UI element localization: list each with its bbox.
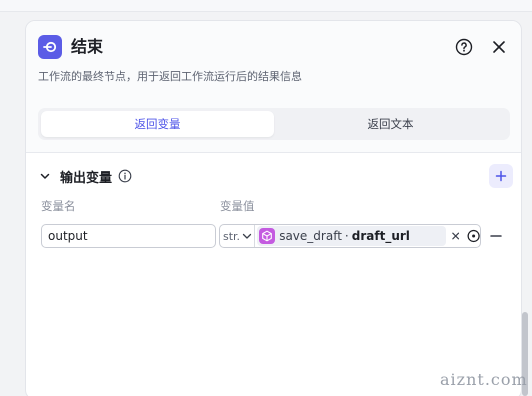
section-title: 输出变量 <box>60 170 113 186</box>
node-description: 工作流的最终节点，用于返回工作流运行后的结果信息 <box>38 70 302 83</box>
variable-value-field[interactable]: str. save_draft · draft_url <box>219 224 481 248</box>
info-icon[interactable] <box>118 169 132 183</box>
watermark: aiznt.com <box>440 370 528 389</box>
column-label-name: 变量名 <box>41 199 76 213</box>
reference-variable-name: draft_url <box>351 229 410 243</box>
remove-variable-button[interactable] <box>490 231 502 241</box>
clear-icon[interactable] <box>450 230 461 242</box>
plus-icon <box>495 170 507 182</box>
end-node-icon <box>38 35 62 59</box>
variable-reference-tag[interactable]: save_draft · draft_url <box>257 226 447 246</box>
output-mode-tabs: 返回变量 返回文本 <box>38 108 510 140</box>
type-select[interactable]: str. <box>220 225 256 247</box>
variable-name-input[interactable] <box>41 224 216 248</box>
end-node-panel: 结束 工作流的最终节点，用于返回工作流运行后的结果信息 返回变量 返回文本 输出… <box>25 20 522 396</box>
close-icon[interactable] <box>490 38 508 56</box>
tab-return-variables[interactable]: 返回变量 <box>41 111 274 137</box>
type-select-value: str. <box>223 229 239 243</box>
output-section-header[interactable]: 输出变量 <box>38 165 132 187</box>
node-cube-icon <box>259 228 276 244</box>
add-variable-button[interactable] <box>489 164 513 188</box>
help-icon[interactable] <box>455 38 473 56</box>
minus-icon <box>490 235 502 237</box>
panel-header: 结束 工作流的最终节点，用于返回工作流运行后的结果信息 返回变量 返回文本 <box>26 21 521 153</box>
top-bar-background <box>0 0 532 12</box>
chevron-down-icon <box>242 233 252 239</box>
node-title: 结束 <box>71 37 104 56</box>
tab-return-text[interactable]: 返回文本 <box>274 111 507 137</box>
chevron-down-icon[interactable] <box>38 169 52 183</box>
column-label-value: 变量值 <box>220 199 255 213</box>
target-icon[interactable] <box>467 229 480 243</box>
reference-node-name: save_draft <box>279 229 342 243</box>
reference-separator: · <box>344 229 349 243</box>
